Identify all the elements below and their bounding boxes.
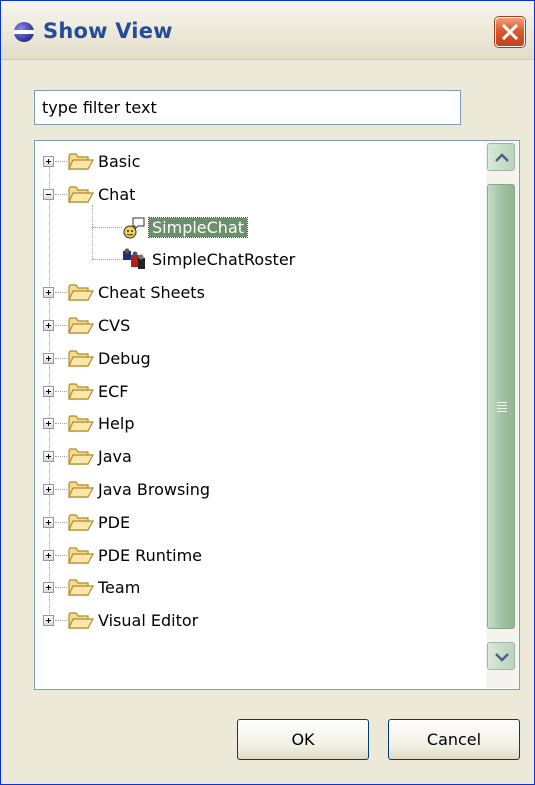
folder-label: Cheat Sheets [98, 283, 205, 303]
expand-icon[interactable] [43, 484, 54, 495]
tree-connector [55, 292, 67, 294]
chevron-up-icon [495, 153, 509, 162]
show-view-dialog: Show View Basic Chat SimpleChat SimpleChatR… [0, 0, 535, 785]
tree-view-row[interactable]: SimpleChat [35, 212, 485, 242]
folder-icon [68, 283, 95, 306]
view-label: SimpleChatRoster [152, 250, 296, 270]
expand-icon[interactable] [43, 352, 54, 364]
tree-folder-row[interactable]: Java [35, 441, 485, 471]
ok-button[interactable]: OK [237, 719, 369, 760]
tree-connector [55, 161, 67, 162]
expand-icon[interactable] [43, 582, 54, 594]
folder-icon [68, 349, 95, 372]
expand-icon[interactable] [43, 516, 54, 528]
tree-folder-row[interactable]: Visual Editor [35, 605, 485, 635]
tree-connector [55, 587, 67, 589]
folder-label: Basic [98, 152, 141, 171]
tree-connector [55, 357, 67, 359]
folder-icon [68, 546, 95, 569]
tree-folder-row[interactable]: CVS [35, 310, 485, 340]
tree-folder-row[interactable]: Help [35, 408, 485, 438]
tree-connector [92, 226, 122, 228]
tree-connector [55, 620, 67, 622]
folder-label: Team [98, 578, 141, 598]
grip-line [497, 402, 507, 403]
tree-folder-row[interactable]: Debug [35, 343, 485, 373]
expand-icon[interactable] [43, 451, 54, 463]
tree-list: Basic Chat SimpleChat SimpleChatRoster Cheat… [35, 141, 485, 689]
tree-connector [55, 423, 67, 425]
scroll-thumb[interactable] [487, 184, 515, 629]
tree-connector [55, 489, 67, 490]
chat-view-icon [122, 216, 146, 244]
cancel-button[interactable]: Cancel [388, 719, 520, 760]
folder-label: Java [98, 447, 132, 467]
tree-connector [55, 193, 67, 195]
expand-icon[interactable] [43, 156, 54, 167]
vertical-scrollbar[interactable] [486, 142, 518, 688]
tree-folder-row[interactable]: PDE [35, 507, 485, 537]
folder-label: Visual Editor [98, 611, 199, 631]
folder-label: ECF [98, 381, 129, 401]
tree-folder-row[interactable]: ECF [35, 376, 485, 406]
dialog-title: Show View [43, 19, 173, 43]
eclipse-icon [14, 22, 34, 42]
roster-view-icon [122, 248, 146, 274]
scroll-up-button[interactable] [487, 143, 515, 171]
view-tree: Basic Chat SimpleChat SimpleChatRoster Cheat… [34, 140, 520, 690]
title-bar[interactable]: Show View [1, 1, 534, 60]
expand-icon[interactable] [43, 385, 54, 397]
grip-line [497, 405, 507, 406]
close-icon [502, 24, 518, 40]
tree-folder-row[interactable]: Basic [35, 146, 485, 176]
tree-folder-row[interactable]: Chat [35, 179, 485, 209]
expand-icon[interactable] [43, 287, 54, 299]
scroll-down-button[interactable] [487, 642, 515, 670]
folder-label: CVS [98, 316, 131, 335]
folder-icon [68, 578, 95, 601]
close-button[interactable] [495, 17, 525, 47]
folder-icon [68, 414, 95, 437]
folder-label: PDE Runtime [98, 545, 202, 565]
folder-icon [68, 611, 95, 634]
tree-connector [92, 259, 122, 261]
folder-icon [68, 513, 95, 536]
tree-folder-row[interactable]: Cheat Sheets [35, 277, 485, 307]
tree-folder-row[interactable]: PDE Runtime [35, 540, 485, 570]
folder-label: Debug [98, 348, 151, 368]
tree-connector [55, 390, 67, 392]
folder-icon [68, 185, 95, 208]
chevron-down-icon [495, 653, 509, 662]
folder-icon [68, 152, 95, 175]
folder-icon [68, 447, 95, 470]
collapse-icon[interactable] [43, 188, 54, 200]
tree-connector [55, 521, 67, 523]
expand-icon[interactable] [43, 320, 54, 331]
folder-label: Chat [98, 184, 136, 204]
grip-line [497, 411, 507, 412]
tree-connector [55, 456, 67, 458]
grip-line [497, 408, 507, 409]
expand-icon[interactable] [43, 549, 54, 561]
tree-folder-row[interactable]: Java Browsing [35, 474, 485, 504]
folder-label: Java Browsing [98, 480, 211, 499]
tree-folder-row[interactable]: Team [35, 572, 485, 602]
folder-icon [68, 480, 95, 503]
tree-connector [55, 325, 67, 326]
expand-icon[interactable] [43, 615, 54, 627]
folder-icon [68, 316, 95, 339]
folder-icon [68, 382, 95, 405]
folder-label: Help [98, 414, 135, 434]
view-label: SimpleChat [147, 216, 249, 238]
tree-view-row[interactable]: SimpleChatRoster [35, 244, 485, 274]
expand-icon[interactable] [43, 418, 54, 430]
folder-label: PDE [98, 512, 131, 532]
tree-connector [55, 554, 67, 556]
filter-input[interactable] [34, 90, 461, 125]
